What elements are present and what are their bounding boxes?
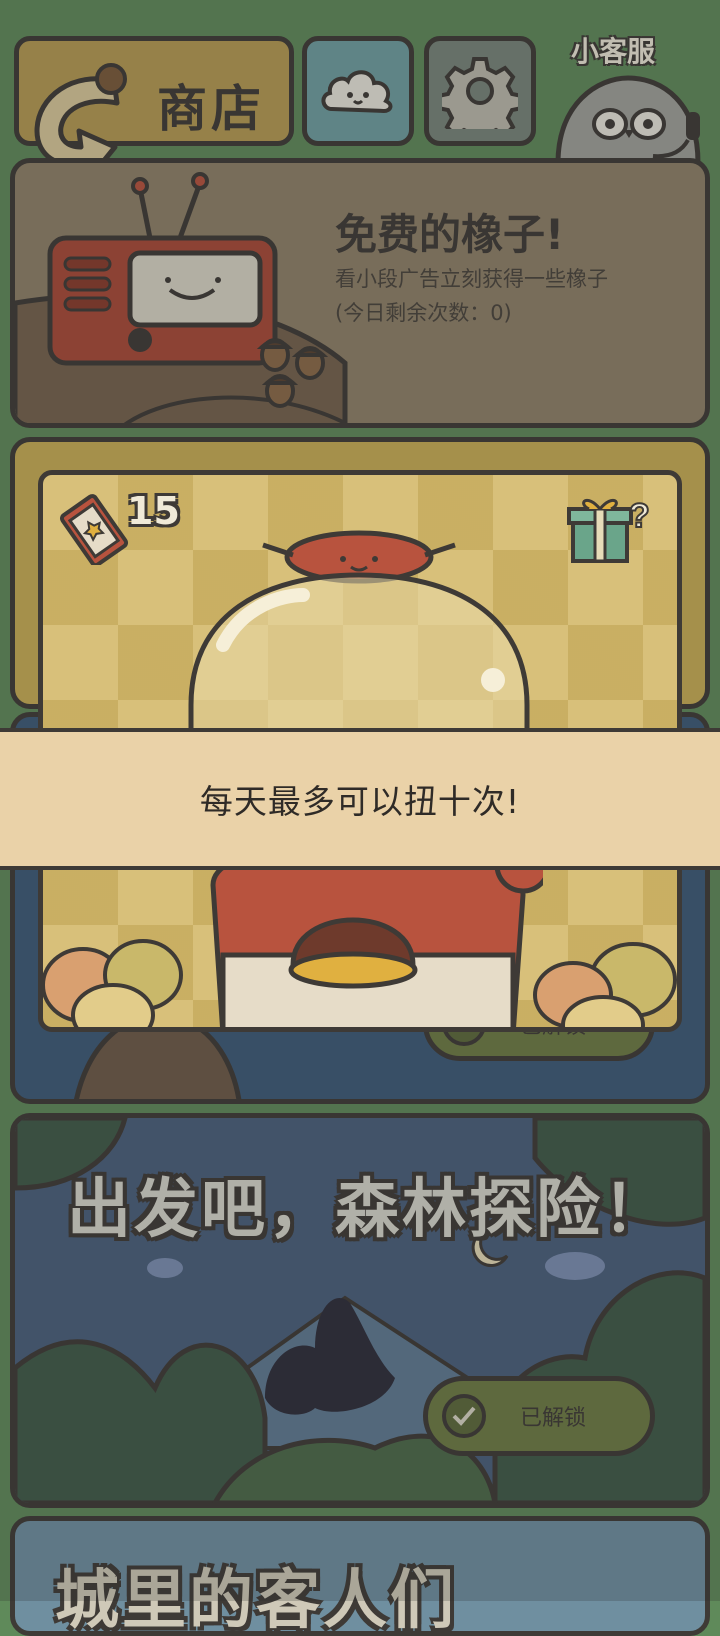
free-acorns-title: 免费的橡子! <box>335 210 565 259</box>
customer-service-label: 小客服 <box>571 35 656 68</box>
acorn-icon <box>256 338 329 408</box>
forest-adventure-panel[interactable]: 出发吧，森林探险！ 已解锁 <box>10 1113 710 1508</box>
gear-icon <box>442 57 518 129</box>
city-guests-title: 城里的客人们 <box>55 1564 457 1636</box>
ticket-count: 15 <box>127 489 180 533</box>
shop-button[interactable]: 商店 <box>14 36 294 181</box>
tv-icon <box>47 172 278 366</box>
cloud-button[interactable] <box>302 36 414 146</box>
city-guests-panel[interactable]: 城里的客人们 <box>10 1516 710 1636</box>
penguin-avatar-icon <box>555 75 701 163</box>
ticket-icon <box>59 494 129 565</box>
daily-limit-notice-banner: 每天最多可以扭十次! <box>0 728 720 870</box>
capsules-decoration <box>43 939 677 1027</box>
daily-limit-notice-text: 每天最多可以扭十次! <box>199 782 521 821</box>
svg-text:?: ? <box>629 497 650 535</box>
free-acorns-panel[interactable]: 免费的橡子! 看小段广告立刻获得一些橡子 (今日剩余次数：0) <box>10 158 710 428</box>
shop-label: 商店 <box>157 80 265 138</box>
check-icon <box>442 1394 486 1438</box>
gift-box-icon[interactable]: ? <box>567 489 657 569</box>
free-acorns-remaining: (今日剩余次数：0) <box>335 301 512 325</box>
forest-unlock-status-badge: 已解锁 <box>423 1376 655 1456</box>
free-acorns-description: 看小段广告立刻获得一些橡子 <box>335 267 608 291</box>
customer-service-button[interactable]: 小客服 <box>548 28 720 163</box>
cloud-icon <box>321 70 393 114</box>
settings-button[interactable] <box>424 36 536 146</box>
forest-adventure-title: 出发吧，森林探险！ <box>67 1173 670 1247</box>
forest-unlock-status-text: 已解锁 <box>520 1406 587 1431</box>
